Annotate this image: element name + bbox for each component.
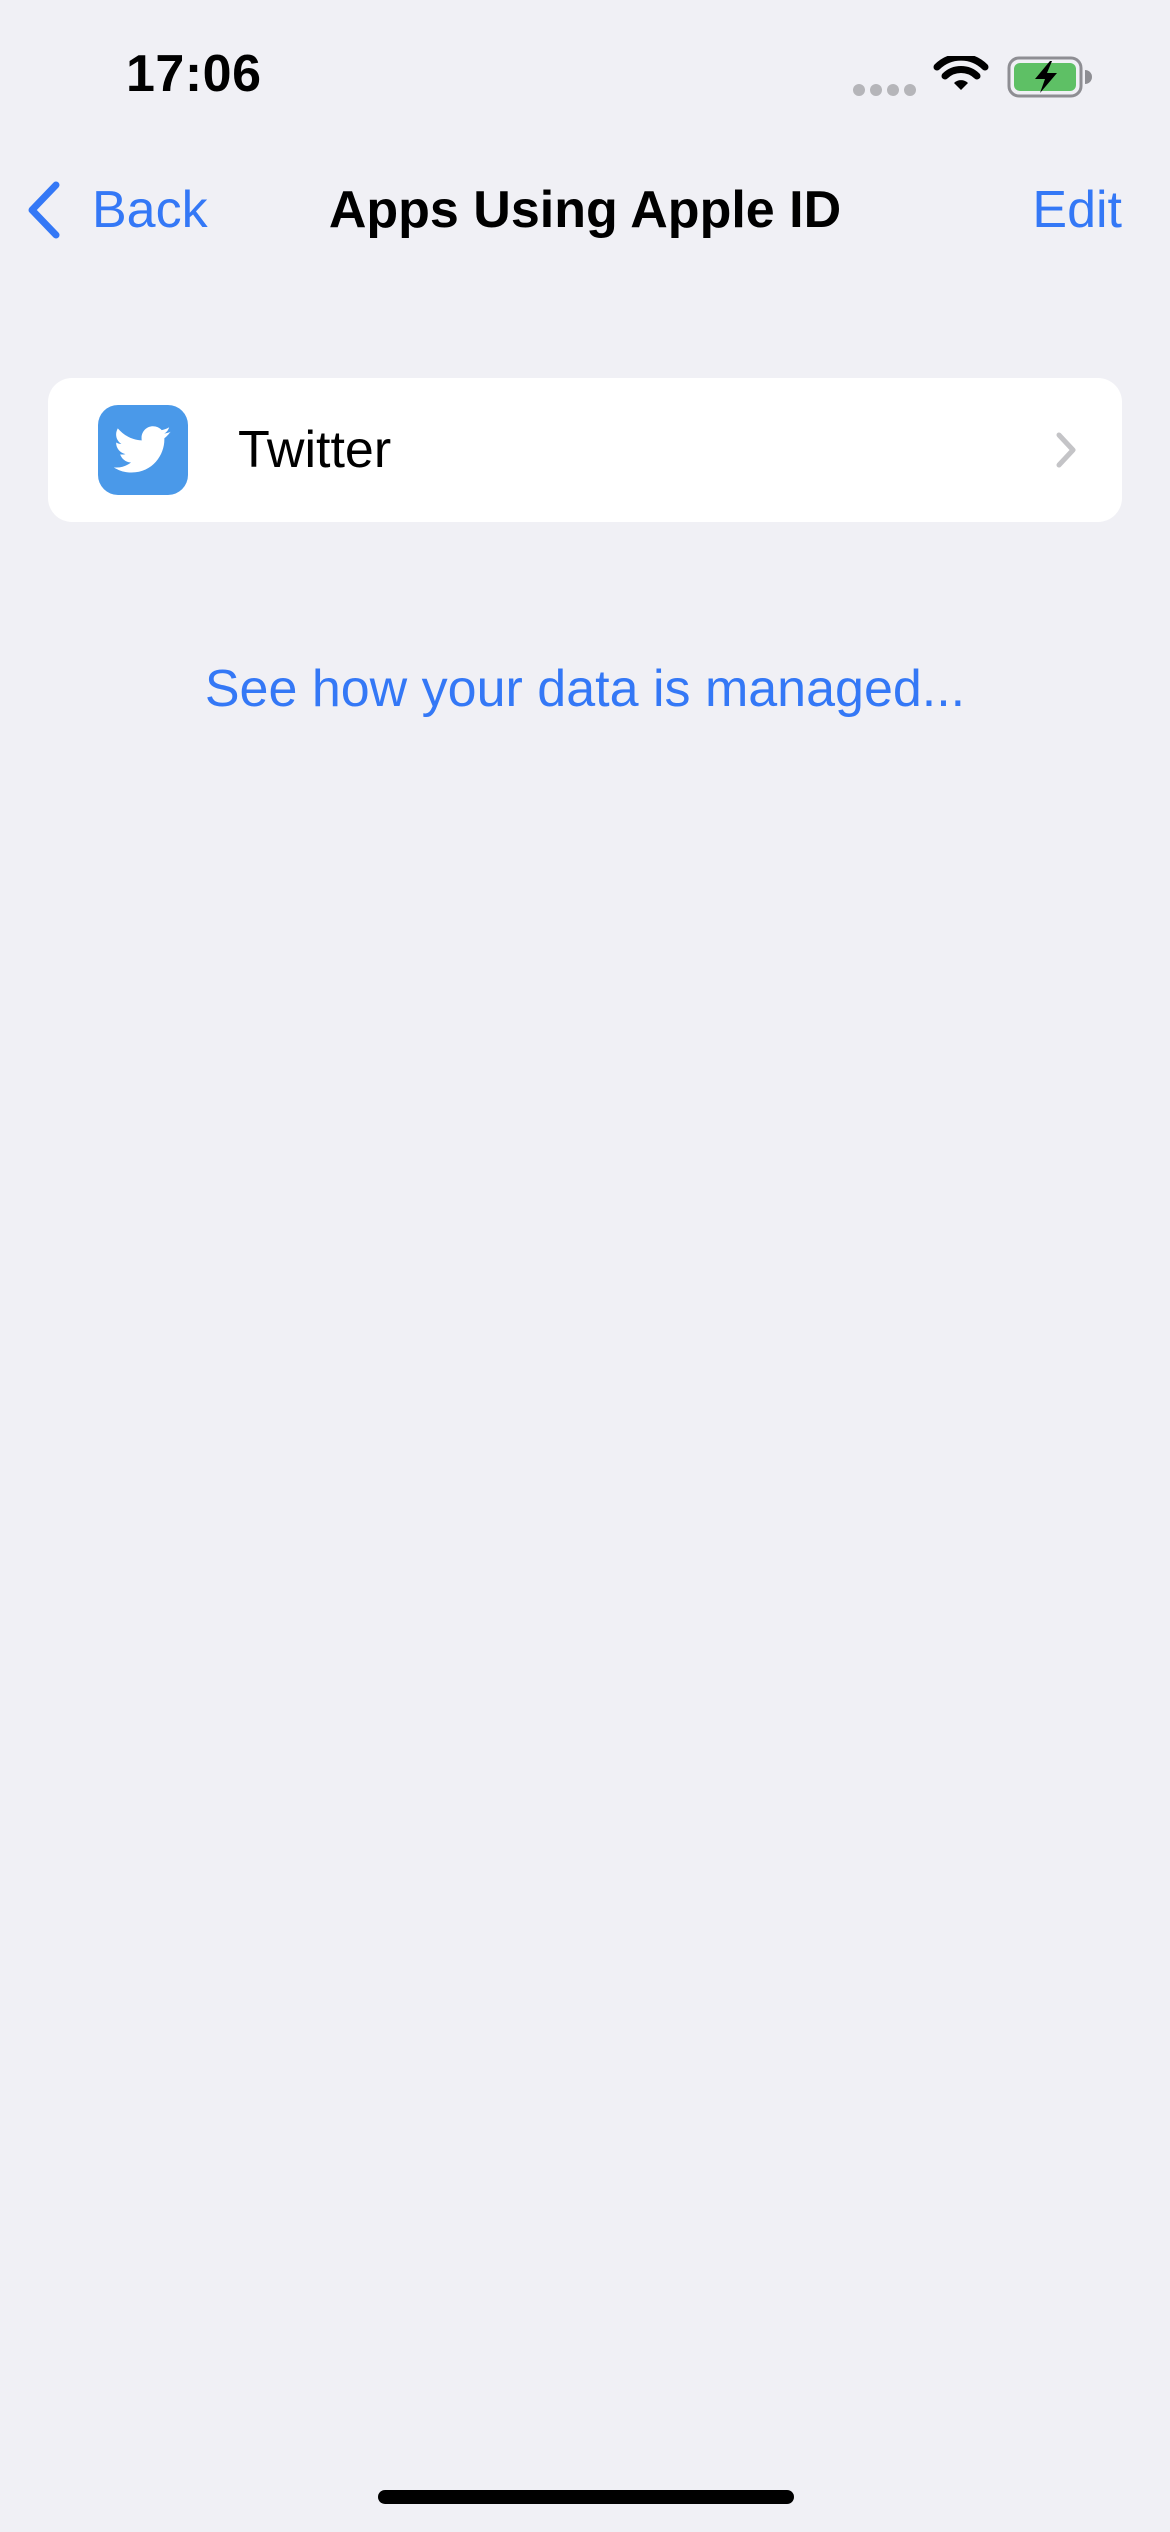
back-button[interactable]: Back (24, 178, 208, 242)
status-time: 17:06 (126, 45, 262, 103)
chevron-right-icon (1056, 432, 1076, 468)
home-indicator (378, 2490, 794, 2504)
data-management-link[interactable]: See how your data is managed... (0, 654, 1170, 724)
signal-dots-icon (853, 84, 916, 96)
list-item-twitter[interactable]: Twitter (48, 378, 1122, 522)
twitter-bird-icon (98, 405, 188, 495)
edit-button[interactable]: Edit (1032, 178, 1122, 242)
status-bar: 17:06 (0, 0, 1170, 150)
back-button-label: Back (92, 181, 208, 239)
apps-list: Twitter (48, 378, 1122, 522)
app-name: Twitter (238, 421, 392, 479)
battery-charging-icon (1007, 56, 1092, 98)
wifi-icon (933, 56, 989, 90)
chevron-left-icon (28, 181, 60, 239)
navigation-bar: Apps Using Apple ID Back Edit (0, 160, 1170, 260)
